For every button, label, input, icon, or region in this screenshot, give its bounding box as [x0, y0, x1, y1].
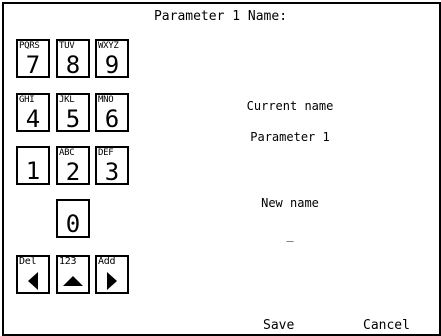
- key-3[interactable]: DEF 3: [95, 146, 129, 185]
- key-9-digit: 9: [104, 51, 120, 79]
- key-4[interactable]: GHI 4: [16, 93, 50, 132]
- mode-key-label: 123: [59, 256, 77, 267]
- save-button[interactable]: Save: [263, 318, 294, 333]
- key-8[interactable]: TUV 8: [56, 39, 90, 78]
- key-7[interactable]: PQRS 7: [16, 39, 50, 78]
- key-5[interactable]: JKL 5: [56, 93, 90, 132]
- key-1[interactable]: 1: [16, 146, 50, 185]
- key-5-letters: JKL: [59, 95, 75, 105]
- key-7-letters: PQRS: [19, 41, 40, 51]
- key-3-letters: DEF: [98, 148, 114, 158]
- key-3-digit: 3: [104, 158, 120, 186]
- key-7-digit: 7: [25, 51, 41, 79]
- key-8-digit: 8: [65, 51, 81, 79]
- current-name-label: Current name: [246, 99, 334, 113]
- key-9-letters: WXYZ: [98, 41, 119, 51]
- current-name-value: Parameter 1: [250, 130, 330, 144]
- key-0-digit: 0: [65, 210, 81, 238]
- key-2[interactable]: ABC 2: [56, 146, 90, 185]
- delete-key-label: Del: [19, 256, 37, 267]
- key-5-digit: 5: [65, 105, 81, 133]
- delete-key[interactable]: Del: [16, 255, 50, 294]
- key-6[interactable]: MNO 6: [95, 93, 129, 132]
- new-name-field[interactable]: _: [210, 228, 370, 242]
- key-6-digit: 6: [104, 105, 120, 133]
- key-9[interactable]: WXYZ 9: [95, 39, 129, 78]
- add-key[interactable]: Add: [95, 255, 129, 294]
- key-8-letters: TUV: [59, 41, 75, 51]
- key-0[interactable]: 0: [56, 199, 90, 238]
- arrow-up-icon: [58, 271, 88, 291]
- cancel-button[interactable]: Cancel: [363, 318, 410, 333]
- add-key-label: Add: [98, 256, 116, 267]
- arrow-right-icon: [97, 271, 127, 291]
- new-name-label: New name: [261, 196, 319, 210]
- mode-key[interactable]: 123: [56, 255, 90, 294]
- key-2-digit: 2: [65, 158, 81, 186]
- key-4-letters: GHI: [19, 95, 35, 105]
- key-2-letters: ABC: [59, 148, 75, 158]
- arrow-left-icon: [18, 271, 48, 291]
- key-6-letters: MNO: [98, 95, 114, 105]
- key-4-digit: 4: [25, 105, 41, 133]
- key-1-digit: 1: [25, 157, 41, 185]
- page-title: Parameter 1 Name:: [153, 9, 288, 24]
